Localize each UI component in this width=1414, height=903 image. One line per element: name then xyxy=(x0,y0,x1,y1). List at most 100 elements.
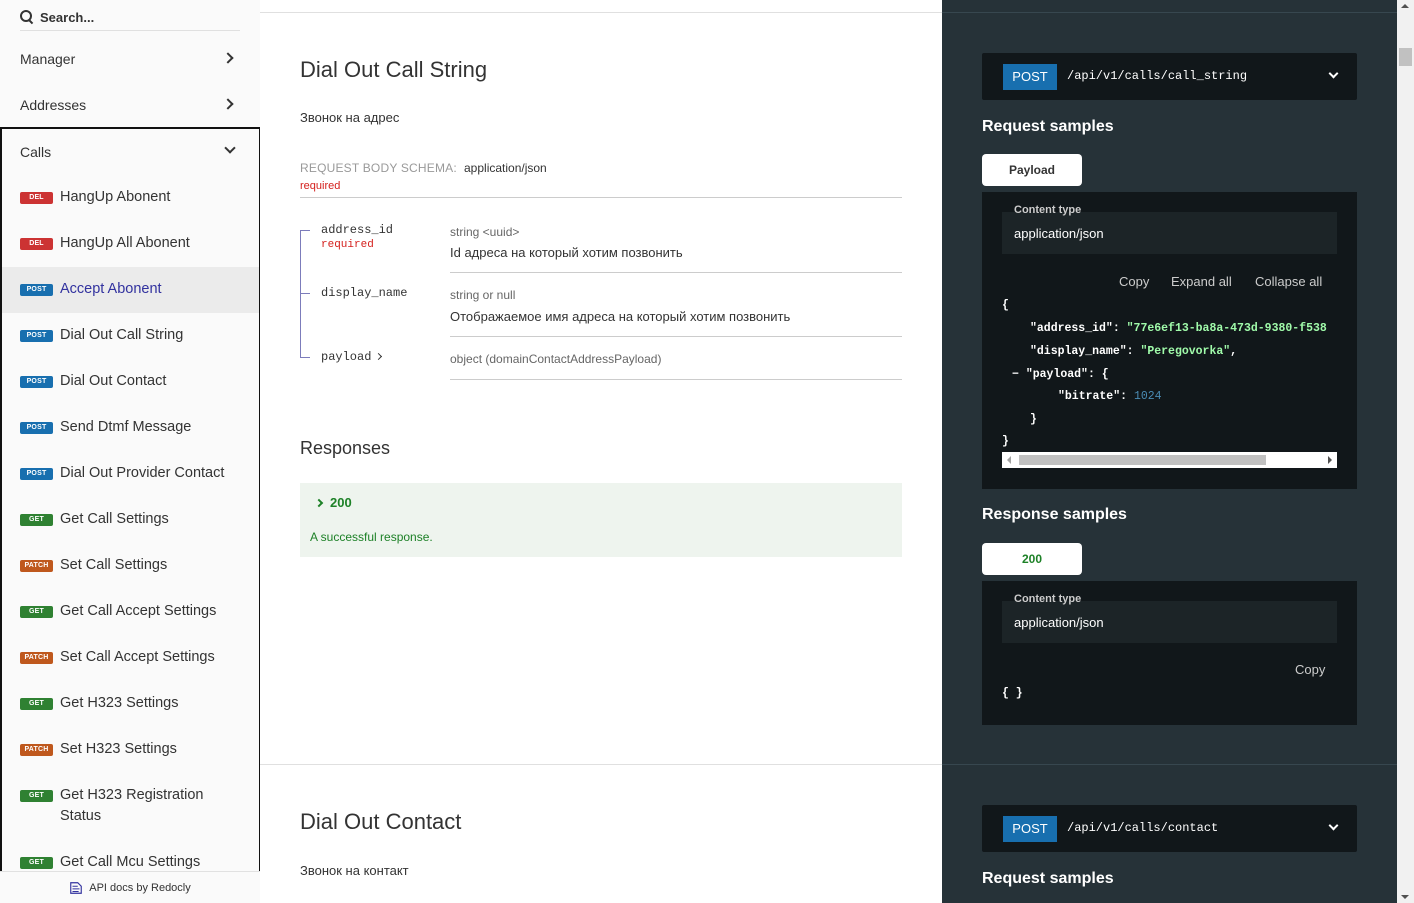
method-badge: PATCH xyxy=(20,560,53,572)
sidebar-group-label: Addresses xyxy=(20,97,87,113)
content-type-label: Content type xyxy=(1014,593,1082,605)
request-samples-title: Request samples xyxy=(982,118,1114,135)
sidebar-item-get-call-settings[interactable]: GET Get Call Settings xyxy=(2,497,259,543)
tree-line xyxy=(300,230,301,358)
sidebar-item-get-h323-settings[interactable]: GET Get H323 Settings xyxy=(2,681,259,727)
sidebar-item-get-call-accept-settings[interactable]: GET Get Call Accept Settings xyxy=(2,589,259,635)
method-badge: PATCH xyxy=(20,652,53,664)
sidebar-item-label: Get Call Mcu Settings xyxy=(60,854,201,870)
collapse-toggle[interactable]: − xyxy=(1012,368,1019,381)
search-input[interactable] xyxy=(40,9,230,25)
sidebar-item-set-call-accept-settings[interactable]: PATCH Set Call Accept Settings xyxy=(2,635,259,681)
copy-button[interactable]: Copy xyxy=(1295,662,1325,677)
chevron-down-icon xyxy=(1328,820,1339,831)
app-root: Manager Addresses Calls DEL HangUp Abone… xyxy=(0,0,1414,903)
sidebar-item-hangup-abonent[interactable]: DEL HangUp Abonent xyxy=(2,175,259,221)
divider xyxy=(260,764,942,765)
sidebar-item-hangup-all-abonent[interactable]: DEL HangUp All Abonent xyxy=(2,221,259,267)
endpoint-dropdown[interactable]: POST /api/v1/calls/contact xyxy=(982,805,1357,852)
sidebar-item-set-h323-settings[interactable]: PATCH Set H323 Settings xyxy=(2,727,259,773)
response-description: A successful response. xyxy=(310,530,433,544)
payload-tab[interactable]: Payload xyxy=(982,154,1082,186)
search-box xyxy=(20,4,240,31)
request-body-schema-label: REQUEST BODY SCHEMA: xyxy=(300,161,457,175)
operation-title: Dial Out Contact xyxy=(300,809,462,834)
arrow-right-icon[interactable] xyxy=(1328,456,1332,464)
tree-tick xyxy=(300,293,310,294)
sidebar-item-set-call-settings[interactable]: PATCH Set Call Settings xyxy=(2,543,259,589)
code-line: "display_name": "Peregovorka", xyxy=(1030,345,1238,358)
divider xyxy=(450,336,902,337)
arrow-left-icon[interactable] xyxy=(1007,456,1011,464)
sidebar-item-label: Accept Abonent xyxy=(60,281,162,297)
horizontal-scrollbar[interactable] xyxy=(1002,452,1337,468)
code-line: { xyxy=(1002,299,1009,312)
field-name-payload[interactable]: payload xyxy=(321,350,383,364)
content-type-value: application/json xyxy=(1014,226,1104,241)
method-badge: GET xyxy=(20,857,53,869)
sidebar-group-label: Calls xyxy=(20,144,52,160)
sidebar-item-dial-out-provider-contact[interactable]: POST Dial Out Provider Contact xyxy=(2,451,259,497)
method-badge: POST xyxy=(20,422,53,434)
vertical-scrollbar[interactable] xyxy=(1397,0,1414,903)
arrow-up-icon[interactable] xyxy=(1401,4,1409,8)
arrow-down-icon[interactable] xyxy=(1401,895,1409,899)
sidebar-group-addresses[interactable]: Addresses xyxy=(0,82,260,128)
response-200[interactable]: 200 A successful response. xyxy=(300,483,902,557)
field-name-label: payload xyxy=(321,350,372,364)
sidebar-group-calls[interactable]: Calls xyxy=(2,129,259,175)
sidebar-item-label: Get H323 Registration Status xyxy=(60,787,204,824)
chevron-right-icon xyxy=(222,98,234,110)
sidebar-item-accept-abonent[interactable]: POST Accept Abonent xyxy=(2,267,259,313)
chevron-down-icon xyxy=(1328,68,1339,79)
sidebar-item-label: HangUp All Abonent xyxy=(60,235,190,251)
method-badge: GET xyxy=(20,790,53,802)
code-line: } xyxy=(1030,413,1037,426)
divider xyxy=(450,379,902,380)
expand-all-button[interactable]: Expand all xyxy=(1171,274,1232,289)
sidebar-item-label: Set Call Settings xyxy=(60,557,168,573)
method-badge: GET xyxy=(20,606,53,618)
divider xyxy=(450,272,902,273)
content-type-select[interactable]: Content type application/json xyxy=(1002,204,1337,254)
endpoint-path: /api/v1/calls/contact xyxy=(1067,821,1219,835)
sidebar-group-manager[interactable]: Manager xyxy=(0,36,260,82)
sidebar-item-send-dtmf-message[interactable]: POST Send Dtmf Message xyxy=(2,405,259,451)
operation-description: Звонок на адрес xyxy=(300,110,400,125)
divider xyxy=(260,12,942,13)
method-badge: POST xyxy=(20,468,53,480)
sidebar-item-label: Get H323 Settings xyxy=(60,695,179,711)
request-body-required: required xyxy=(300,180,341,192)
scrollbar-thumb[interactable] xyxy=(1019,455,1266,465)
content-type-select[interactable]: Content type application/json xyxy=(1002,593,1337,643)
endpoint-dropdown[interactable]: POST /api/v1/calls/call_string xyxy=(982,53,1357,100)
method-badge: DEL xyxy=(20,192,53,204)
chevron-right-icon xyxy=(222,52,234,64)
code-line: } xyxy=(1002,435,1009,448)
field-name-address-id: address_id xyxy=(321,223,394,237)
response-code: 200 xyxy=(314,495,352,510)
scrollbar-thumb[interactable] xyxy=(1399,48,1412,66)
redocly-footer[interactable]: API docs by Redocly xyxy=(0,871,260,903)
field-type: string or null xyxy=(450,288,516,302)
response-200-tab[interactable]: 200 xyxy=(982,543,1082,575)
method-badge: POST xyxy=(20,284,53,296)
sidebar-item-dial-out-contact[interactable]: POST Dial Out Contact xyxy=(2,359,259,405)
sidebar-item-get-h323-registration-status[interactable]: GET Get H323 Registration Status xyxy=(2,773,259,840)
collapse-all-button[interactable]: Collapse all xyxy=(1255,274,1322,289)
chevron-right-icon xyxy=(314,498,324,508)
search-icon xyxy=(20,10,34,24)
sidebar-item-dial-out-call-string[interactable]: POST Dial Out Call String xyxy=(2,313,259,359)
samples-panel: POST /api/v1/calls/call_string Request s… xyxy=(942,0,1414,903)
field-description: Отображаемое имя адреса на который хотим… xyxy=(450,309,791,324)
sidebar-item-label: Dial Out Provider Contact xyxy=(60,465,225,481)
tree-tick xyxy=(300,230,310,231)
response-code-label: 200 xyxy=(330,495,352,510)
method-badge: GET xyxy=(20,698,53,710)
method-badge: DEL xyxy=(20,238,53,250)
method-badge: GET xyxy=(20,514,53,526)
sidebar-group-label: Manager xyxy=(20,51,76,67)
copy-button[interactable]: Copy xyxy=(1119,274,1149,289)
sidebar-item-label: Dial Out Call String xyxy=(60,327,184,343)
response-sample-panel: Content type application/json Copy { } xyxy=(982,581,1357,725)
